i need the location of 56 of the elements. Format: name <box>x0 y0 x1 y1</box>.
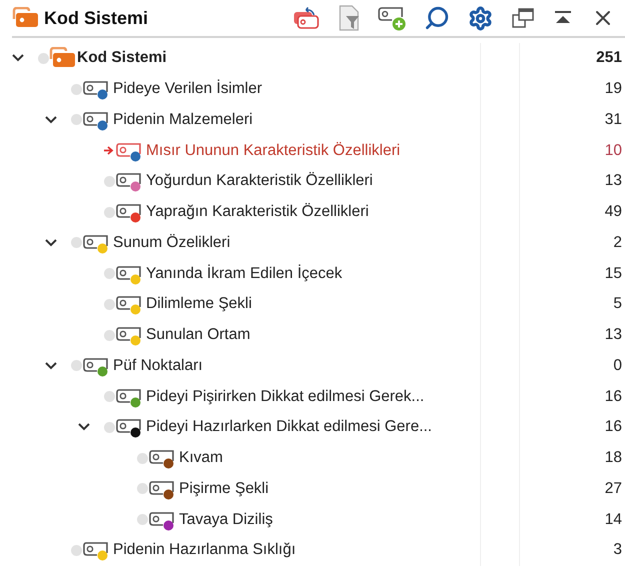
tag-icon <box>116 324 144 346</box>
coded-segments-count: 49 <box>604 203 622 222</box>
tag-icon <box>116 293 144 316</box>
tag-icon <box>149 447 177 470</box>
coded-segments-count: 2 <box>613 234 622 252</box>
tag-plus-icon <box>378 5 406 31</box>
code-label[interactable]: Dilimleme Şekli <box>146 295 252 314</box>
search-button[interactable] <box>424 4 450 32</box>
coded-segments-count: 19 <box>604 80 622 98</box>
code-label[interactable]: Yanında İkram Edilen İçecek <box>146 264 342 283</box>
tag-icon <box>116 170 144 192</box>
code-label[interactable]: Mısır Ununun Karakteristik Özellikleri <box>146 142 400 160</box>
code-label[interactable]: Kod Sistemi <box>77 49 167 68</box>
code-label[interactable]: Sunulan Ortam <box>146 326 250 344</box>
code-label[interactable]: Pideye Verilen İsimler <box>113 80 262 98</box>
code-label[interactable]: Kıvam <box>179 449 223 468</box>
code-label[interactable]: Yoğurdun Karakteristik Özellikleri <box>146 172 373 190</box>
new-code-button[interactable] <box>378 4 406 32</box>
coded-segments-count: 5 <box>613 295 622 314</box>
code-label[interactable]: Sunum Özelikleri <box>113 234 230 252</box>
tag-icon <box>83 539 111 562</box>
code-label[interactable]: Püf Noktaları <box>113 356 203 375</box>
tag-icon <box>116 201 144 224</box>
code-label[interactable]: Pişirme Şekli <box>179 480 269 498</box>
coded-segments-count: 13 <box>604 326 622 344</box>
code-label[interactable]: Pidenin Hazırlanma Sıklığı <box>113 541 296 560</box>
code-label[interactable]: Pidenin Malzemeleri <box>113 110 253 129</box>
settings-icon <box>468 6 493 30</box>
panel-title: Kod Sistemi <box>44 8 150 28</box>
tag-icon <box>116 416 144 438</box>
tag-undo-icon <box>292 6 320 30</box>
code-label[interactable]: Pideyi Hazırlarken Dikkat edilmesi Gere... <box>146 418 432 436</box>
code-system-icon <box>12 7 38 29</box>
filter-button[interactable] <box>338 4 360 32</box>
coded-segments-count: 15 <box>604 264 622 283</box>
settings-button[interactable] <box>468 4 493 32</box>
coded-segments-count: 0 <box>613 356 622 375</box>
search-icon <box>424 5 450 31</box>
windows-icon <box>511 7 535 29</box>
coded-segments-count: 16 <box>604 388 622 406</box>
code-label[interactable]: Yaprağın Karakteristik Özellikleri <box>146 203 369 222</box>
coded-segments-count: 251 <box>596 49 622 68</box>
tag-icon <box>83 78 111 100</box>
coded-segments-count: 10 <box>604 142 622 160</box>
coded-segments-count: 13 <box>604 172 622 190</box>
coded-segments-count: 31 <box>604 110 622 129</box>
code-label[interactable]: Tavaya Diziliş <box>179 510 273 529</box>
code-label[interactable]: Pideyi Pişirirken Dikkat edilmesi Gerek... <box>146 388 424 406</box>
coded-segments-count: 18 <box>604 449 622 468</box>
coded-segments-count: 16 <box>604 418 622 436</box>
coded-segments-count: 27 <box>604 480 622 498</box>
code-system-icon <box>49 47 75 70</box>
coded-segments-count: 14 <box>604 510 622 529</box>
reset-activation-button[interactable] <box>292 4 320 32</box>
coded-segments-count: 3 <box>613 541 622 560</box>
document-filter-icon <box>338 5 360 31</box>
